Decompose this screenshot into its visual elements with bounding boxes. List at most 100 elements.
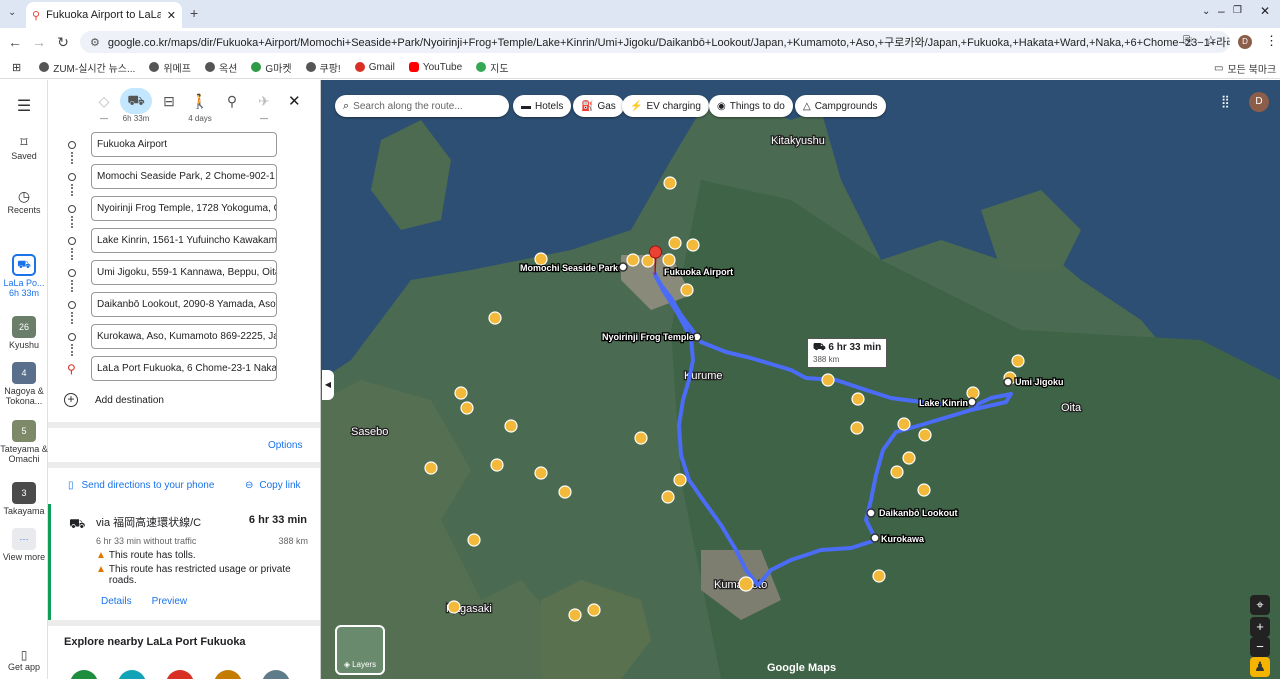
restore-icon[interactable]: ❐ bbox=[1233, 5, 1242, 16]
layers-button[interactable]: ◈ Layers bbox=[335, 625, 385, 675]
rail-item-takayama[interactable]: 3 Takayama bbox=[0, 482, 48, 516]
back-icon[interactable]: ← bbox=[3, 34, 27, 50]
hotel-icon[interactable] bbox=[118, 670, 146, 679]
waypoint-marker[interactable] bbox=[967, 397, 977, 407]
star-marker[interactable] bbox=[558, 485, 572, 499]
route-duration-label[interactable]: ⛟ 6 hr 33 min 388 km bbox=[807, 338, 888, 368]
forward-icon[interactable]: → bbox=[27, 34, 51, 50]
label-fukuoka-airport[interactable]: Fukuoka Airport bbox=[663, 266, 735, 279]
star-marker[interactable] bbox=[1011, 354, 1025, 368]
bookmark-item[interactable]: 옥션 bbox=[204, 60, 237, 75]
rail-saved[interactable]: ⌑ Saved bbox=[0, 134, 48, 161]
google-apps-icon[interactable]: ⣿ bbox=[1221, 94, 1230, 108]
star-marker[interactable] bbox=[634, 431, 648, 445]
send-to-phone-button[interactable]: ▯ Send directions to your phone bbox=[68, 480, 214, 491]
waypoint-input[interactable]: Kurokawa, Aso, Kumamoto 869-2225, Jap bbox=[91, 324, 277, 349]
star-marker[interactable] bbox=[850, 421, 864, 435]
bookmark-item[interactable]: 지도 bbox=[476, 60, 509, 75]
star-marker[interactable] bbox=[902, 451, 916, 465]
star-marker[interactable] bbox=[917, 483, 931, 497]
mode-best[interactable]: ◇ — bbox=[88, 88, 120, 124]
mode-cycling[interactable]: ⚲ bbox=[216, 88, 248, 114]
star-marker[interactable] bbox=[447, 600, 461, 614]
mode-walking[interactable]: 🚶 4 days bbox=[184, 88, 216, 124]
waypoint-marker[interactable] bbox=[870, 533, 880, 543]
star-marker[interactable] bbox=[534, 466, 548, 480]
reload-icon[interactable]: ↻ bbox=[51, 34, 75, 51]
star-marker[interactable] bbox=[488, 311, 502, 325]
star-marker[interactable] bbox=[467, 533, 481, 547]
mode-flight[interactable]: ✈ — bbox=[248, 88, 280, 124]
rail-active-trip[interactable]: ⛟ LaLa Po... 6h 33m bbox=[0, 254, 48, 298]
star-marker[interactable] bbox=[490, 458, 504, 472]
rail-item-kyushu[interactable]: 26 Kyushu bbox=[0, 316, 48, 350]
restaurant-icon[interactable] bbox=[70, 670, 98, 679]
pegman-icon[interactable]: ♟ bbox=[1250, 657, 1270, 677]
star-marker[interactable] bbox=[918, 428, 932, 442]
star-marker[interactable] bbox=[662, 253, 676, 267]
preview-link[interactable]: Preview bbox=[152, 596, 188, 607]
map-profile-avatar[interactable]: D bbox=[1249, 92, 1269, 112]
star-marker[interactable] bbox=[821, 373, 835, 387]
bookmark-item[interactable]: Gmail bbox=[354, 62, 395, 73]
transit-icon[interactable] bbox=[262, 670, 290, 679]
apps-grid-icon[interactable]: ⊞ bbox=[12, 61, 21, 74]
label-nyoirinji[interactable]: Nyoirinji Frog Temple bbox=[601, 331, 695, 344]
rail-item-nagoya[interactable]: 4 Nagoya & Tokona... bbox=[0, 362, 48, 406]
tab-list-icon[interactable]: ⌄ bbox=[1202, 6, 1210, 17]
star-marker[interactable] bbox=[673, 473, 687, 487]
profile-avatar[interactable]: D bbox=[1238, 35, 1252, 49]
options-link[interactable]: Options bbox=[268, 440, 302, 451]
browser-tab[interactable]: ⚲ Fukuoka Airport to LaLa Port F ✕ bbox=[26, 2, 182, 28]
rail-recents[interactable]: ◷ Recents bbox=[0, 188, 48, 215]
rail-item-tateyama[interactable]: 5 Tateyama & Omachi bbox=[0, 420, 48, 464]
browser-menu-icon[interactable]: ⋮ bbox=[1265, 33, 1278, 49]
star-marker[interactable] bbox=[626, 253, 640, 267]
waypoint-input[interactable]: Daikanbō Lookout, 2090-8 Yamada, Aso, bbox=[91, 292, 277, 317]
things-to-do-icon[interactable] bbox=[166, 670, 194, 679]
mode-transit[interactable]: ⊟ bbox=[153, 88, 185, 114]
label-kurokawa[interactable]: Kurokawa bbox=[880, 533, 927, 546]
my-location-icon[interactable]: ⌖ bbox=[1250, 595, 1270, 615]
label-daikanbo[interactable]: Daikanbō Lookout bbox=[878, 507, 959, 520]
details-link[interactable]: Details bbox=[101, 596, 132, 607]
waypoint-marker[interactable] bbox=[1003, 377, 1013, 387]
search-along-route[interactable]: ⌕ Search along the route... bbox=[335, 95, 509, 117]
star-marker[interactable] bbox=[680, 283, 694, 297]
bookmark-item[interactable]: G마켓 bbox=[251, 60, 292, 75]
add-destination-button[interactable]: + Add destination bbox=[64, 393, 164, 407]
route-option-card[interactable]: ⛟ via 福岡高速環状線/C 6 hr 33 min 6 hr 33 min … bbox=[48, 504, 320, 620]
minimize-icon[interactable]: – bbox=[1218, 4, 1225, 18]
copy-link-button[interactable]: ⊖ Copy link bbox=[245, 480, 301, 491]
star-marker[interactable] bbox=[663, 176, 677, 190]
waypoint-marker[interactable] bbox=[692, 332, 702, 342]
tab-search-icon[interactable]: ⌄ bbox=[8, 7, 16, 18]
waypoint-input[interactable]: Umi Jigoku, 559-1 Kannawa, Beppu, Oita bbox=[91, 260, 277, 285]
chip-campgrounds[interactable]: △ Campgrounds bbox=[795, 95, 886, 117]
label-momochi[interactable]: Momochi Seaside Park bbox=[519, 262, 621, 275]
new-tab-icon[interactable]: + bbox=[190, 5, 198, 21]
waypoint-marker[interactable] bbox=[866, 508, 876, 518]
rail-view-more[interactable]: ··· View more bbox=[0, 528, 48, 562]
zoom-in-button[interactable]: + bbox=[1250, 617, 1270, 637]
map-canvas[interactable]: Kitakyushu Kurume Kumamoto Oita Sasebo N… bbox=[321, 80, 1280, 679]
label-lake-kinrin[interactable]: Lake Kinrin bbox=[918, 397, 970, 410]
chip-things-to-do[interactable]: ◉ Things to do bbox=[709, 95, 793, 117]
waypoint-input[interactable]: Momochi Seaside Park, 2 Chome-902-1 1 bbox=[91, 164, 277, 189]
star-marker[interactable] bbox=[966, 386, 980, 400]
star-marker[interactable] bbox=[897, 417, 911, 431]
all-bookmarks-folder[interactable]: ▭ 모든 북마크 bbox=[1214, 61, 1276, 76]
bookmark-item[interactable]: ZUM-실시간 뉴스... bbox=[39, 60, 135, 75]
star-marker[interactable] bbox=[661, 490, 675, 504]
menu-icon[interactable]: ☰ bbox=[0, 96, 48, 116]
close-directions-icon[interactable]: ✕ bbox=[288, 92, 301, 110]
star-marker[interactable] bbox=[454, 386, 468, 400]
waypoint-marker[interactable] bbox=[618, 262, 628, 272]
star-marker[interactable] bbox=[686, 238, 700, 252]
star-marker[interactable] bbox=[587, 603, 601, 617]
museum-icon[interactable] bbox=[214, 670, 242, 679]
waypoint-input[interactable]: LaLa Port Fukuoka, 6 Chome-23-1 Naka, bbox=[91, 356, 277, 381]
collapse-panel-icon[interactable]: ◀ bbox=[322, 370, 334, 400]
waypoint-input[interactable]: Lake Kinrin, 1561-1 Yufuincho Kawakami, bbox=[91, 228, 277, 253]
waypoint-input[interactable]: Nyoirinji Frog Temple, 1728 Yokoguma, O bbox=[91, 196, 277, 221]
